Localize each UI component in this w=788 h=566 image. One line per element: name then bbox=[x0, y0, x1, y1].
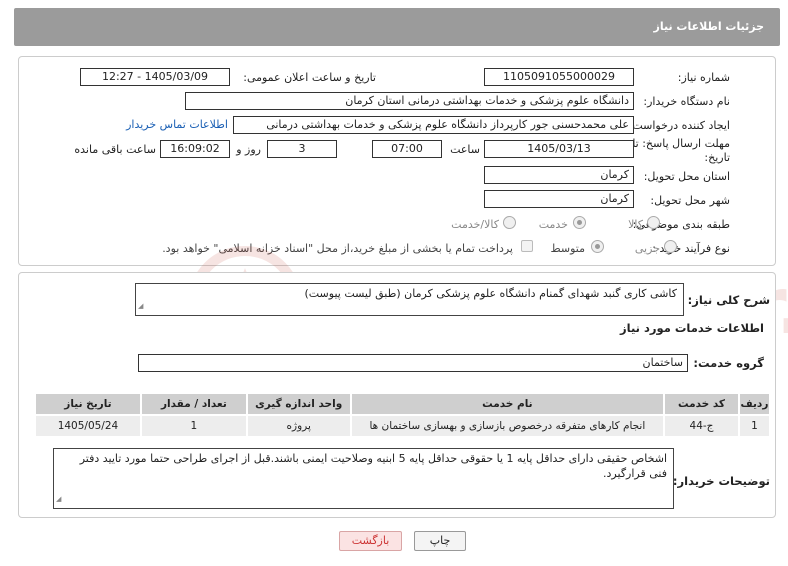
summary-text: کاشی کاری گنبد شهدای گمنام دانشگاه علوم … bbox=[304, 287, 677, 300]
services-section-title: اطلاعات خدمات مورد نیاز bbox=[620, 321, 764, 335]
col-service-code: کد خدمت bbox=[663, 392, 740, 416]
summary-textarea[interactable]: کاشی کاری گنبد شهدای گمنام دانشگاه علوم … bbox=[135, 283, 684, 316]
buyer-label: نام دستگاه خریدار: bbox=[643, 95, 730, 108]
deadline-time-label: ساعت bbox=[450, 143, 480, 156]
announce-field: 1405/03/09 - 12:27 bbox=[80, 68, 230, 86]
days-label: روز و bbox=[236, 143, 261, 156]
deadline-time-field: 07:00 bbox=[372, 140, 442, 158]
treasury-payment-checkbox[interactable] bbox=[521, 240, 533, 252]
buyer-field: دانشگاه علوم پزشکی و خدمات بهداشتی درمان… bbox=[185, 92, 634, 110]
announce-label: تاریخ و ساعت اعلان عمومی: bbox=[243, 71, 376, 84]
resize-grip-icon[interactable]: ◢ bbox=[138, 299, 143, 314]
service-group-field: ساختمان bbox=[138, 354, 688, 372]
buyer-notes-text: اشخاص حقیقی دارای حداقل پایه 1 یا حقوقی … bbox=[79, 452, 667, 480]
province-field: کرمان bbox=[484, 166, 634, 184]
back-button[interactable]: بازگشت bbox=[339, 531, 402, 551]
remaining-time-field: 16:09:02 bbox=[160, 140, 230, 158]
category-option-service: خدمت bbox=[538, 218, 568, 231]
remaining-label: ساعت باقی مانده bbox=[74, 143, 156, 156]
page-header: جزئیات اطلاعات نیاز bbox=[14, 8, 780, 46]
city-label: شهر محل تحویل: bbox=[650, 194, 730, 207]
need-number-label: شماره نیاز: bbox=[677, 71, 730, 84]
cell-need-date: 1405/05/24 bbox=[34, 414, 142, 438]
page-title: جزئیات اطلاعات نیاز bbox=[653, 20, 765, 33]
summary-label: شرح کلی نیاز: bbox=[687, 293, 770, 307]
category-option-goods-service: کالا/خدمت bbox=[451, 218, 499, 231]
col-service-name: نام خدمت bbox=[349, 392, 666, 416]
process-radio-minor[interactable] bbox=[664, 240, 677, 253]
process-radio-medium[interactable] bbox=[591, 240, 604, 253]
category-radio-goods[interactable] bbox=[647, 216, 660, 229]
service-group-label: گروه خدمت: bbox=[693, 356, 764, 370]
creator-label: ایجاد کننده درخواست: bbox=[628, 119, 730, 132]
col-quantity: تعداد / مقدار bbox=[139, 392, 248, 416]
cell-service-name: انجام کارهای متفرقه درخصوص بازسازی و بهس… bbox=[349, 414, 666, 438]
days-field: 3 bbox=[267, 140, 337, 158]
buyer-notes-label: توضیحات خریدار: bbox=[672, 474, 770, 488]
process-option-medium: متوسط bbox=[550, 242, 585, 255]
resize-grip-icon[interactable]: ◢ bbox=[56, 492, 61, 507]
col-row-number: ردیف bbox=[737, 392, 772, 416]
province-label: استان محل تحویل: bbox=[643, 170, 730, 183]
deadline-date-field: 1405/03/13 bbox=[484, 140, 634, 158]
cell-service-code: ج-44 bbox=[663, 414, 740, 438]
cell-row-number: 1 bbox=[737, 414, 772, 438]
buyer-notes-textarea[interactable]: اشخاص حقیقی دارای حداقل پایه 1 یا حقوقی … bbox=[53, 448, 674, 509]
process-option-minor: جزیی bbox=[634, 242, 660, 255]
col-need-date: تاریخ نیاز bbox=[34, 392, 142, 416]
category-radio-service[interactable] bbox=[573, 216, 586, 229]
table-header-row: ردیف کد خدمت نام خدمت واحد اندازه گیری ت… bbox=[34, 392, 772, 416]
print-button[interactable]: چاپ bbox=[414, 531, 466, 551]
col-unit: واحد اندازه گیری bbox=[245, 392, 352, 416]
cell-quantity: 1 bbox=[139, 414, 248, 438]
creator-field: علی محمدحسنی جور کارپرداز دانشگاه علوم پ… bbox=[233, 116, 634, 134]
treasury-payment-note: پرداخت تمام یا بخشی از مبلغ خرید،از محل … bbox=[162, 242, 513, 255]
contact-buyer-link[interactable]: اطلاعات تماس خریدار bbox=[126, 118, 228, 131]
category-radio-goods-service[interactable] bbox=[503, 216, 516, 229]
category-option-goods: کالا bbox=[628, 218, 643, 231]
need-number-field: 1105091055000029 bbox=[484, 68, 634, 86]
cell-unit: پروژه bbox=[245, 414, 352, 438]
services-table: ردیف کد خدمت نام خدمت واحد اندازه گیری ت… bbox=[34, 392, 772, 438]
city-field: کرمان bbox=[484, 190, 634, 208]
table-row[interactable]: 1 ج-44 انجام کارهای متفرقه درخصوص بازساز… bbox=[34, 414, 772, 438]
